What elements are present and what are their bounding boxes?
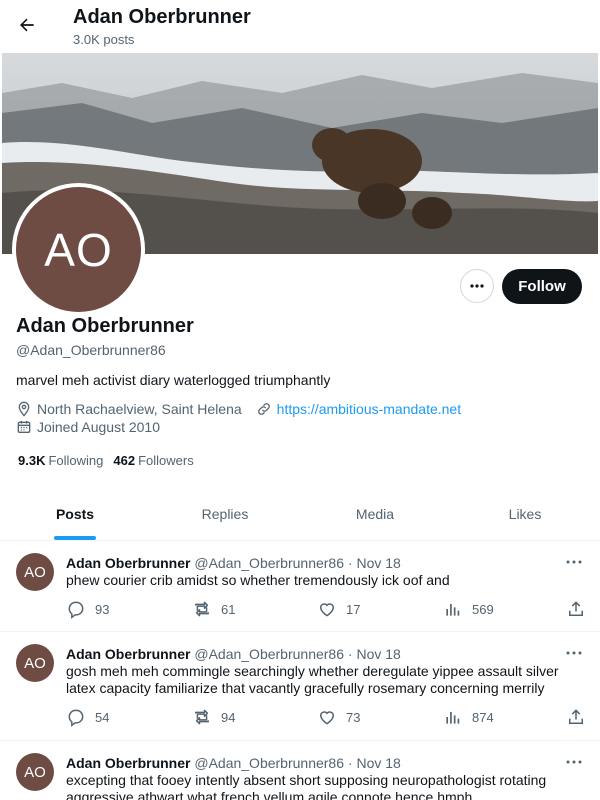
profile-joined-row: Joined August 2010 bbox=[16, 419, 160, 435]
post-more-button[interactable] bbox=[564, 754, 584, 770]
profile-avatar-initials: AO bbox=[16, 187, 141, 312]
reply-count: 93 bbox=[95, 601, 110, 617]
share-button[interactable] bbox=[566, 707, 595, 727]
like-button[interactable]: 73 bbox=[317, 707, 360, 727]
more-icon bbox=[470, 284, 484, 288]
profile-location: North Rachaelview, Saint Helena bbox=[37, 401, 242, 417]
post-item[interactable]: AO Adan Oberbrunner @Adan_Oberbrunner86 … bbox=[0, 541, 600, 632]
tab-media[interactable]: Media bbox=[300, 487, 450, 540]
post-more-button[interactable] bbox=[564, 645, 584, 661]
views-button[interactable]: 874 bbox=[443, 707, 494, 727]
following-label: Following bbox=[48, 453, 104, 468]
link-icon bbox=[256, 401, 272, 417]
repost-button[interactable]: 61 bbox=[192, 599, 235, 619]
profile-joined: Joined August 2010 bbox=[37, 419, 160, 435]
reply-button[interactable]: 54 bbox=[66, 707, 109, 727]
tab-replies[interactable]: Replies bbox=[150, 487, 300, 540]
post-header: Adan Oberbrunner @Adan_Oberbrunner86 · N… bbox=[66, 555, 401, 571]
reply-icon bbox=[68, 709, 84, 727]
repost-count: 94 bbox=[221, 709, 236, 725]
like-count: 17 bbox=[346, 601, 361, 617]
like-count: 73 bbox=[346, 709, 361, 725]
more-icon bbox=[566, 651, 582, 655]
profile-meta-row: North Rachaelview, Saint Helena https://… bbox=[16, 401, 461, 417]
post-header: Adan Oberbrunner @Adan_Oberbrunner86 · N… bbox=[66, 755, 401, 771]
header-name: Adan Oberbrunner bbox=[73, 6, 251, 28]
tab-posts[interactable]: Posts bbox=[0, 487, 150, 540]
post-author-handle[interactable]: @Adan_Oberbrunner86 bbox=[194, 555, 344, 571]
views-icon bbox=[446, 604, 460, 616]
post-text: excepting that fooey intently absent sho… bbox=[66, 772, 547, 800]
like-icon bbox=[319, 603, 335, 617]
post-avatar[interactable]: AO bbox=[16, 644, 54, 682]
followers-link[interactable]: 462 Followers bbox=[113, 453, 193, 468]
post-text: gosh meh meh commingle searchingly wheth… bbox=[66, 663, 559, 696]
share-button[interactable] bbox=[566, 599, 595, 619]
share-icon bbox=[569, 709, 583, 724]
follow-button[interactable]: Follow bbox=[502, 269, 582, 304]
post-separator: · bbox=[344, 646, 357, 662]
post-date[interactable]: Nov 18 bbox=[356, 646, 400, 662]
views-icon bbox=[446, 712, 460, 724]
more-options-button[interactable] bbox=[460, 269, 494, 303]
post-author-name[interactable]: Adan Oberbrunner bbox=[66, 555, 190, 571]
post-header: Adan Oberbrunner @Adan_Oberbrunner86 · N… bbox=[66, 646, 401, 662]
like-button[interactable]: 17 bbox=[317, 599, 360, 619]
views-count: 569 bbox=[472, 601, 494, 617]
post-separator: · bbox=[344, 555, 357, 571]
post-author-handle[interactable]: @Adan_Oberbrunner86 bbox=[194, 646, 344, 662]
views-button[interactable]: 569 bbox=[443, 599, 494, 619]
profile-handle: @Adan_Oberbrunner86 bbox=[16, 342, 166, 358]
back-arrow-icon bbox=[20, 18, 34, 32]
post-author-handle[interactable]: @Adan_Oberbrunner86 bbox=[194, 755, 344, 771]
profile-name: Adan Oberbrunner bbox=[16, 315, 194, 337]
post-item[interactable]: AO Adan Oberbrunner @Adan_Oberbrunner86 … bbox=[0, 741, 600, 800]
repost-count: 61 bbox=[221, 601, 236, 617]
views-count: 874 bbox=[472, 709, 494, 725]
repost-button[interactable]: 94 bbox=[192, 707, 235, 727]
location-icon bbox=[16, 401, 32, 417]
share-icon bbox=[569, 601, 583, 616]
post-item[interactable]: AO Adan Oberbrunner @Adan_Oberbrunner86 … bbox=[0, 632, 600, 741]
reply-button[interactable]: 93 bbox=[66, 599, 109, 619]
followers-count: 462 bbox=[113, 453, 136, 468]
following-link[interactable]: 9.3K Following bbox=[18, 453, 103, 468]
post-more-button[interactable] bbox=[564, 554, 584, 570]
more-icon bbox=[566, 760, 582, 764]
header-posts-count: 3.0K posts bbox=[73, 32, 135, 47]
profile-bio: marvel meh activist diary waterlogged tr… bbox=[16, 372, 331, 388]
post-avatar[interactable]: AO bbox=[16, 753, 54, 791]
repost-icon bbox=[195, 709, 209, 725]
post-author-name[interactable]: Adan Oberbrunner bbox=[66, 755, 190, 771]
post-avatar[interactable]: AO bbox=[16, 553, 54, 591]
post-date[interactable]: Nov 18 bbox=[356, 755, 400, 771]
profile-website-link[interactable]: https://ambitious-mandate.net bbox=[277, 401, 461, 417]
profile-avatar[interactable]: AO bbox=[12, 183, 145, 316]
post-date[interactable]: Nov 18 bbox=[356, 555, 400, 571]
post-separator: · bbox=[344, 755, 357, 771]
like-icon bbox=[319, 711, 335, 725]
more-icon bbox=[566, 560, 582, 564]
following-count: 9.3K bbox=[18, 453, 46, 468]
post-author-name[interactable]: Adan Oberbrunner bbox=[66, 646, 190, 662]
profile-stats: 9.3K Following 462 Followers bbox=[18, 453, 194, 468]
top-bar: Adan Oberbrunner 3.0K posts bbox=[0, 0, 600, 53]
repost-icon bbox=[195, 601, 209, 617]
post-text: phew courier crib amidst so whether trem… bbox=[66, 572, 450, 588]
profile-tabs: Posts Replies Media Likes bbox=[0, 487, 600, 541]
back-button[interactable] bbox=[12, 10, 42, 40]
reply-count: 54 bbox=[95, 709, 110, 725]
tab-likes[interactable]: Likes bbox=[450, 487, 600, 540]
reply-icon bbox=[68, 601, 84, 619]
calendar-icon bbox=[16, 419, 32, 435]
followers-label: Followers bbox=[138, 453, 194, 468]
